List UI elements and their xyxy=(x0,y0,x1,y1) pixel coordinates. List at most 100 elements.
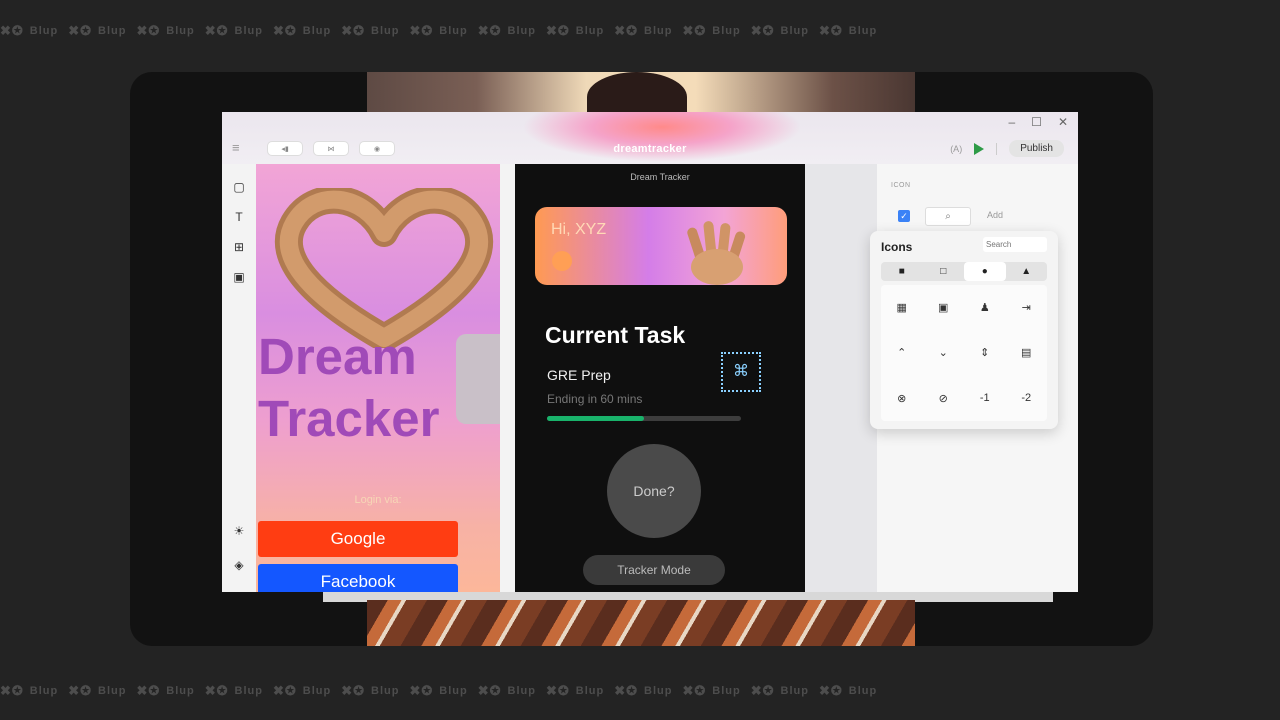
watermark-mark: ✖✪ xyxy=(546,23,570,38)
watermark-brand: Blup xyxy=(644,685,673,697)
section-title: Current Task xyxy=(545,322,686,348)
watermark-brand: Blup xyxy=(302,25,332,37)
play-icon[interactable] xyxy=(974,142,985,155)
watermark-mark: ✖✪ xyxy=(409,23,434,38)
watermark-brand: Blup xyxy=(98,685,127,697)
facebook-login-button[interactable]: Facebook xyxy=(258,564,458,592)
minus-two-icon[interactable]: -2 xyxy=(1006,376,1048,421)
watermark-strip-bottom: ✖✪ Blup ✖✪ Blup ✖✪ Blup ✖✪ Blup ✖✪ Blup ✖✪ Blup ✖✪ Bl… xyxy=(0,678,1280,704)
chevron-up-icon[interactable]: ⌃ xyxy=(881,330,923,375)
search-icon[interactable]: ⌕ xyxy=(925,207,971,226)
watermark-brand: Blup xyxy=(29,685,59,697)
watermark-mark: ✖✪ xyxy=(614,23,639,38)
watermark-mark: ✖✪ xyxy=(273,23,297,38)
vertical-align-icon[interactable]: ⇕ xyxy=(964,330,1006,375)
watermark-mark: ✖✪ xyxy=(819,23,843,38)
watermark-brand: Blup xyxy=(29,25,59,37)
watermark-brand: Blup xyxy=(780,685,809,697)
add-icon-button[interactable]: Add xyxy=(987,210,1003,220)
watermark-mark: ✖✪ xyxy=(68,23,93,38)
tracker-mode-button[interactable]: Tracker Mode xyxy=(583,555,725,585)
watermark-brand: Blup xyxy=(575,25,605,37)
watermark-mark: ✖✪ xyxy=(409,683,434,698)
icon-enabled-checkbox[interactable]: ✓ xyxy=(898,210,910,222)
layers-icon[interactable]: ◈ xyxy=(232,558,246,572)
minus-one-icon[interactable]: -1 xyxy=(964,376,1006,421)
calendar-add-icon[interactable]: ▣ xyxy=(923,285,965,330)
watermark-brand: Blup xyxy=(234,25,263,37)
watermark-mark: ✖✪ xyxy=(204,23,229,38)
watermark-mark: ✖✪ xyxy=(682,23,707,38)
ai-button[interactable]: (A) xyxy=(950,144,962,154)
watermark-brand: Blup xyxy=(98,25,127,37)
watermark-brand: Blup xyxy=(712,685,741,697)
login-label: Login via: xyxy=(354,494,402,506)
watermark-brand: Blup xyxy=(644,25,673,37)
left-toolbar: ▢ T ⊞ ▣ ☀ ◈ xyxy=(222,164,255,592)
selected-icon[interactable]: ⌘ xyxy=(721,352,761,392)
watermark-mark: ✖✪ xyxy=(341,23,366,38)
background-artwork-bottom xyxy=(367,600,915,646)
icon-style-tabs: ■ □ ● ▲ xyxy=(881,262,1047,281)
watermark-brand: Blup xyxy=(439,685,468,697)
watermark-mark: ✖✪ xyxy=(136,683,161,698)
tracker-screen[interactable]: Dream Tracker Hi, XYZ Current Task ⌘ GRE… xyxy=(515,164,805,592)
heart-hands-illustration xyxy=(275,188,493,348)
task-progress-bar xyxy=(547,416,741,421)
watermark-brand: Blup xyxy=(234,685,263,697)
cancel-icon[interactable]: ⊗ xyxy=(881,376,923,421)
text-box-icon[interactable]: ▤ xyxy=(1006,330,1048,375)
watermark-brand: Blup xyxy=(780,25,809,37)
publish-button[interactable]: Publish xyxy=(1009,140,1064,157)
watermark-mark: ✖✪ xyxy=(546,683,570,698)
title-bar: – ☐ ✕ ≡ ◂▮ ⋈ ◉ dreamtracker (A) Publish xyxy=(222,112,1078,164)
rectangle-tool-icon[interactable]: ▢ xyxy=(232,180,246,194)
person-icon[interactable]: ♟ xyxy=(964,285,1006,330)
watermark-mark: ✖✪ xyxy=(750,23,775,38)
theme-icon[interactable]: ☀ xyxy=(232,524,246,538)
app-headline: Dream Tracker xyxy=(258,328,440,447)
watermark-mark: ✖✪ xyxy=(750,683,775,698)
close-button[interactable]: ✕ xyxy=(1058,115,1068,129)
google-login-button[interactable]: Google xyxy=(258,521,458,557)
login-icon[interactable]: ⇥ xyxy=(1006,285,1048,330)
toolbar-divider xyxy=(996,142,998,155)
watermark-mark: ✖✪ xyxy=(682,683,707,698)
icons-popup: Icons ■ □ ● ▲ ▦▣♟⇥ ⌃⌄⇕▤ ⊗⊘-1-2 xyxy=(870,231,1058,429)
watermark-brand: Blup xyxy=(371,25,400,37)
watermark-mark: ✖✪ xyxy=(819,683,843,698)
calendar-icon[interactable]: ▦ xyxy=(881,285,923,330)
greeting-card[interactable]: Hi, XYZ xyxy=(535,207,787,285)
text-tool-icon[interactable]: T xyxy=(232,210,246,224)
icon-search-input[interactable] xyxy=(983,237,1047,252)
tab-outlined[interactable]: □ xyxy=(923,262,965,281)
watermark-mark: ✖✪ xyxy=(136,23,161,38)
screen-title: Dream Tracker xyxy=(630,172,690,182)
watermark-mark: ✖✪ xyxy=(68,683,93,698)
login-screen[interactable]: Dream Tracker Login via: Google Facebook xyxy=(256,164,500,592)
watermark-mark: ✖✪ xyxy=(0,683,24,698)
done-button[interactable]: Done? xyxy=(607,444,701,538)
watermark-brand: Blup xyxy=(848,685,878,697)
layout-tool-icon[interactable]: ⊞ xyxy=(232,240,246,254)
watermark-mark: ✖✪ xyxy=(477,683,502,698)
watermark-brand: Blup xyxy=(575,685,605,697)
compass-icon[interactable]: ⊘ xyxy=(923,376,965,421)
maximize-button[interactable]: ☐ xyxy=(1031,115,1042,129)
task-status: Ending in 60 mins xyxy=(547,392,643,406)
watermark-mark: ✖✪ xyxy=(614,683,639,698)
tab-filled[interactable]: ■ xyxy=(881,262,923,281)
tab-rounded[interactable]: ● xyxy=(964,262,1006,281)
icon-section-label: ICON xyxy=(891,182,911,189)
tab-sharp[interactable]: ▲ xyxy=(1006,262,1048,281)
watermark-brand: Blup xyxy=(507,685,536,697)
watermark-brand: Blup xyxy=(439,25,468,37)
task-name: GRE Prep xyxy=(547,367,611,383)
toolbar-right: (A) Publish xyxy=(950,140,1064,157)
minimize-button[interactable]: – xyxy=(1008,115,1015,129)
watermark-mark: ✖✪ xyxy=(341,683,366,698)
watermark-brand: Blup xyxy=(166,25,195,37)
save-icon[interactable]: ▣ xyxy=(232,270,246,284)
sleeve xyxy=(456,334,500,424)
chevron-down-icon[interactable]: ⌄ xyxy=(923,330,965,375)
